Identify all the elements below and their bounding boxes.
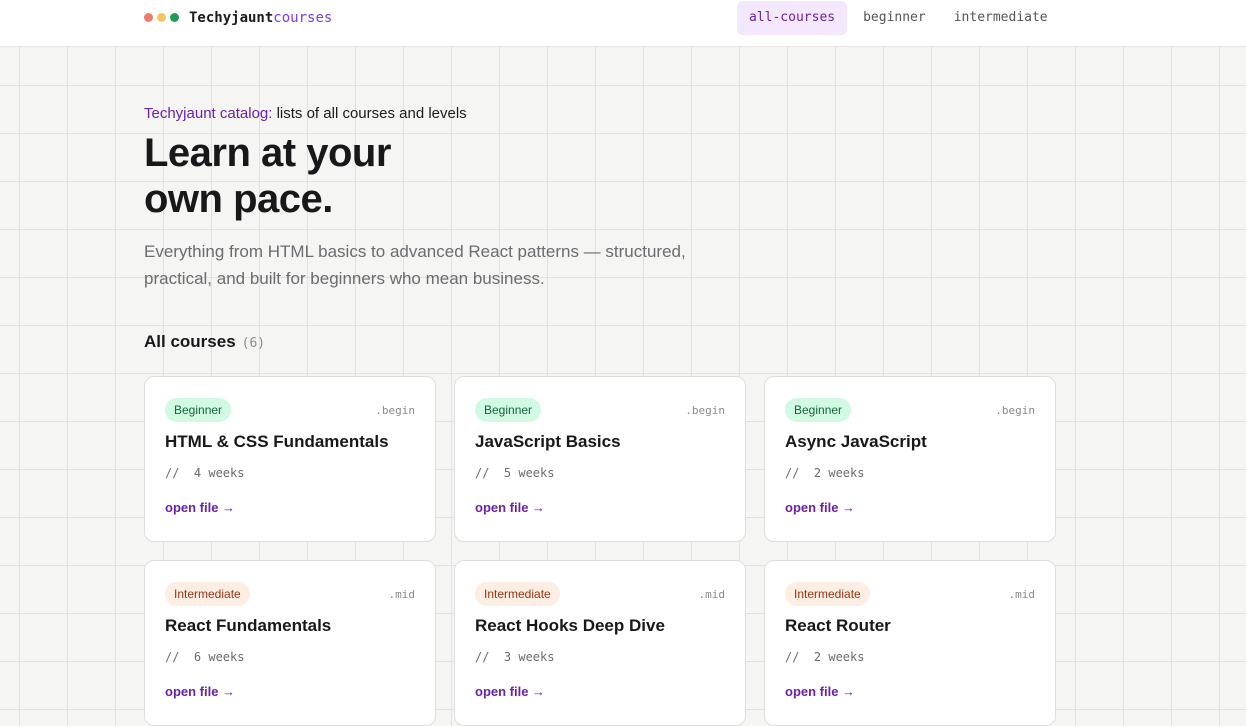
course-duration: // 3 weeks	[475, 650, 555, 664]
course-card[interactable]: Intermediate .mid React Router // 2 week…	[764, 560, 1056, 726]
open-file-link[interactable]: open file →	[165, 684, 415, 699]
hero-eyebrow: Techyjaunt catalog: lists of all courses…	[144, 104, 844, 124]
course-slug: .begin	[375, 403, 415, 417]
course-slug: .begin	[685, 403, 725, 417]
courses-section-header: All courses (6)	[144, 332, 265, 352]
course-card[interactable]: Beginner .begin Async JavaScript // 2 we…	[764, 376, 1056, 542]
course-title: Async JavaScript	[785, 432, 927, 451]
course-slug: .mid	[698, 587, 726, 601]
course-title: React Hooks Deep Dive	[475, 616, 665, 635]
open-file-link[interactable]: open file →	[475, 500, 725, 515]
open-file-link[interactable]: open file →	[785, 500, 1035, 515]
course-slug: .mid	[388, 587, 416, 601]
brand-suffix: courses	[273, 9, 333, 26]
level-badge: Intermediate	[165, 582, 250, 606]
level-badge: Beginner	[165, 398, 232, 422]
course-duration: // 5 weeks	[475, 466, 555, 480]
courses-count: (6)	[241, 336, 266, 351]
level-badge: Intermediate	[785, 582, 870, 606]
course-slug: .mid	[1008, 587, 1036, 601]
course-card[interactable]: Intermediate .mid React Hooks Deep Dive …	[454, 560, 746, 726]
hero-subtitle: Everything from HTML basics to advanced …	[144, 242, 686, 288]
brand-name: Techyjaunt	[189, 9, 274, 26]
course-title: HTML & CSS Fundamentals	[165, 432, 389, 451]
hero-eyebrow-accent: Techyjaunt catalog:	[144, 105, 273, 122]
nav-beginner[interactable]: beginner	[851, 1, 938, 35]
page-title-line-1: Learn at your	[144, 131, 391, 175]
level-badge: Beginner	[475, 398, 542, 422]
nav-all-courses[interactable]: all-courses	[737, 1, 848, 35]
hero: Techyjaunt catalog: lists of all courses…	[144, 104, 844, 292]
level-badge: Intermediate	[475, 582, 560, 606]
course-title: JavaScript Basics	[475, 432, 621, 451]
page-title: Learn at your own pace.	[144, 130, 844, 222]
main-nav: all-courses beginner intermediate	[737, 1, 1064, 35]
window-dots	[144, 13, 179, 22]
yellow-dot-icon	[157, 13, 166, 22]
course-duration: // 6 weeks	[165, 650, 245, 664]
hero-eyebrow-text: lists of all courses and levels	[272, 105, 467, 122]
course-duration: // 2 weeks	[785, 466, 865, 480]
brand[interactable]: Techyjaunt courses	[144, 0, 332, 35]
open-file-link[interactable]: open file →	[785, 684, 1035, 699]
course-card[interactable]: Beginner .begin HTML & CSS Fundamentals …	[144, 376, 436, 542]
green-dot-icon	[170, 13, 179, 22]
open-file-link[interactable]: open file →	[475, 684, 725, 699]
nav-intermediate[interactable]: intermediate	[942, 1, 1060, 35]
course-card[interactable]: Intermediate .mid React Fundamentals // …	[144, 560, 436, 726]
course-grid: Beginner .begin HTML & CSS Fundamentals …	[144, 376, 1056, 726]
open-file-link[interactable]: open file →	[165, 500, 415, 515]
course-title: React Fundamentals	[165, 616, 332, 635]
top-bar: Techyjaunt courses all-courses beginner i…	[0, 0, 1246, 47]
level-badge: Beginner	[785, 398, 852, 422]
course-title: React Router	[785, 616, 891, 635]
course-card[interactable]: Beginner .begin JavaScript Basics // 5 w…	[454, 376, 746, 542]
course-duration: // 2 weeks	[785, 650, 865, 664]
page-title-line-2: own pace.	[144, 177, 333, 221]
red-dot-icon	[144, 13, 153, 22]
course-slug: .begin	[995, 403, 1035, 417]
course-duration: // 4 weeks	[165, 466, 245, 480]
courses-section-title: All courses	[144, 332, 236, 351]
